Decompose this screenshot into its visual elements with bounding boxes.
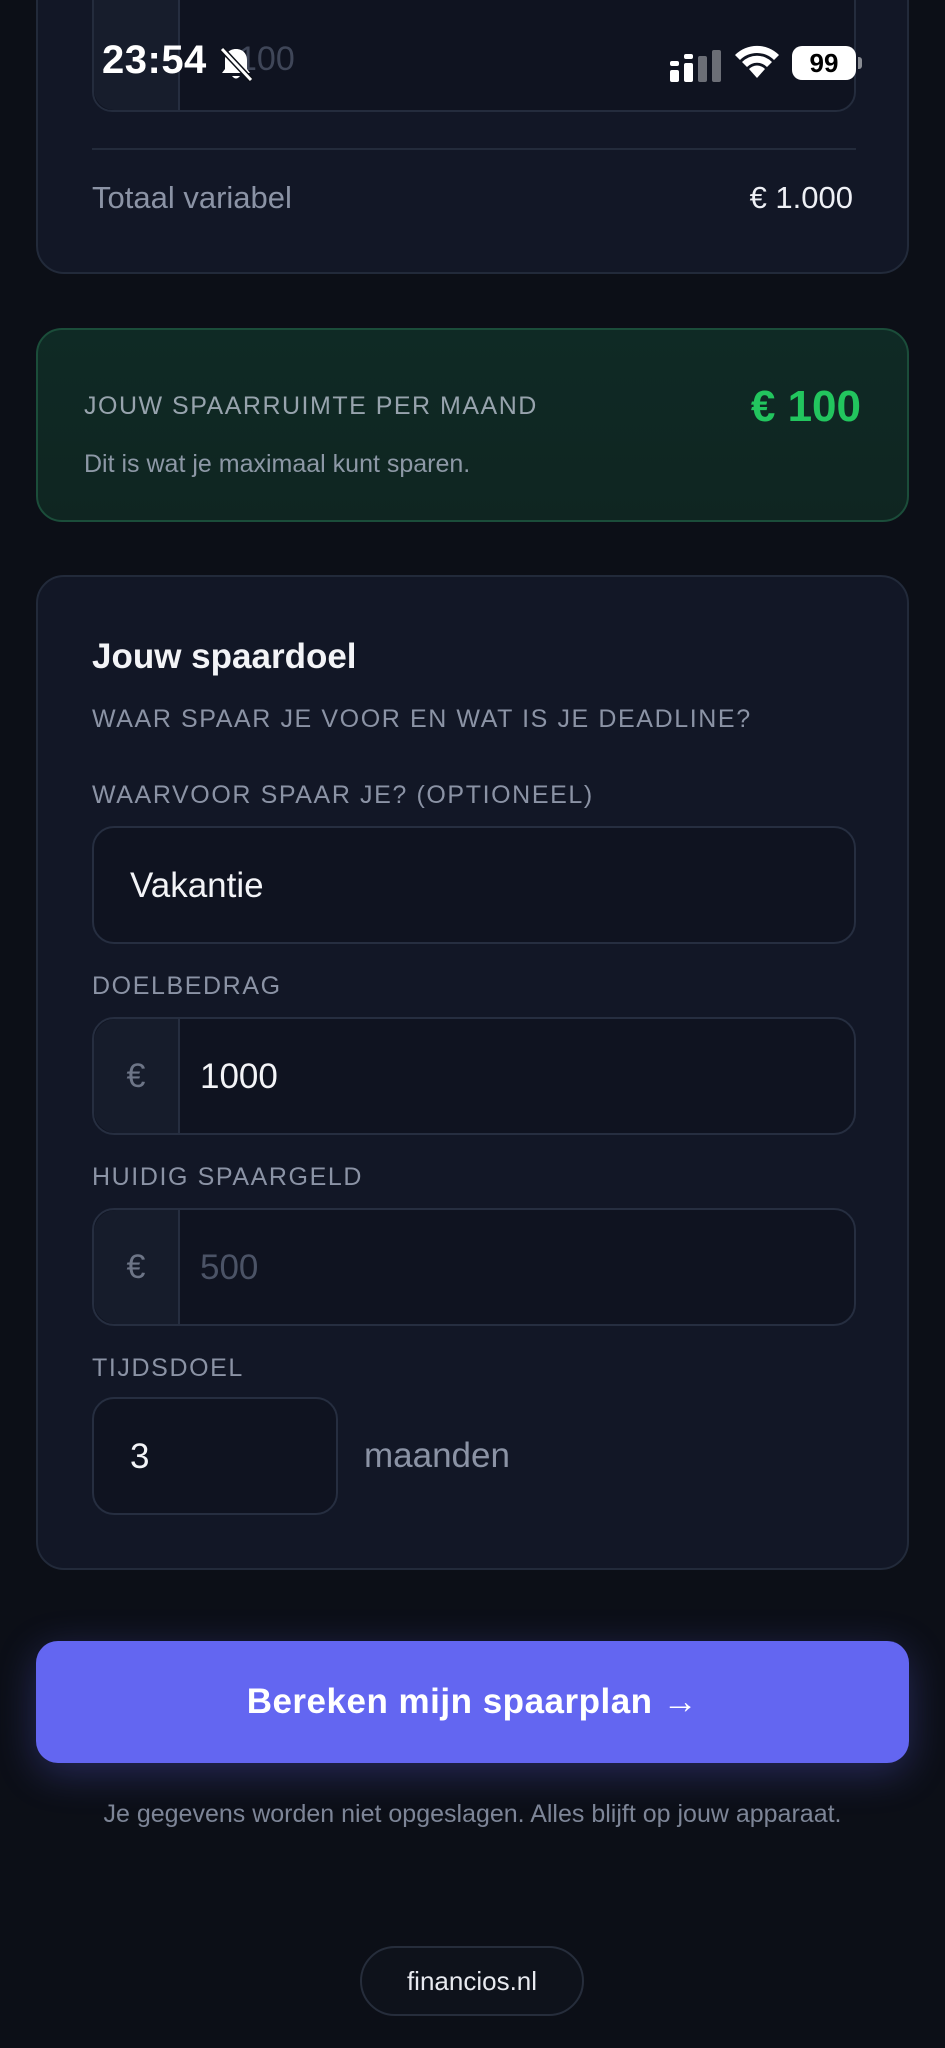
wifi-icon: [735, 45, 779, 78]
privacy-note: Je gegevens worden niet opgeslagen. Alle…: [103, 1800, 842, 1828]
divider: [92, 148, 856, 150]
current-savings-placeholder: 500: [200, 1248, 259, 1287]
target-amount-input[interactable]: € 1000: [92, 1017, 856, 1135]
time-goal-unit: maanden: [364, 1436, 510, 1475]
time-goal-input[interactable]: 3: [92, 1397, 338, 1515]
status-bar: 23:54 99: [0, 0, 945, 130]
current-savings-label: HUIDIG SPAARGELD: [92, 1163, 364, 1191]
time-goal-value: 3: [130, 1437, 150, 1476]
battery-icon: 99: [792, 46, 862, 80]
battery-nub: [858, 57, 862, 69]
status-time: 23:54: [102, 38, 207, 82]
purpose-input[interactable]: Vakantie: [92, 826, 856, 944]
purpose-label: WAARVOOR SPAAR JE? (OPTIONEEL): [92, 781, 594, 809]
battery-level: 99: [792, 46, 856, 80]
purpose-value: Vakantie: [130, 866, 264, 905]
savings-room-card: JOUW SPAARRUIMTE PER MAAND Dit is wat je…: [36, 328, 909, 522]
euro-prefix: €: [94, 1210, 180, 1324]
goal-title: Jouw spaardoel: [92, 637, 357, 676]
footer-brand-link[interactable]: financios.nl: [360, 1946, 584, 2016]
savings-room-subtitle: Dit is wat je maximaal kunt sparen.: [84, 450, 471, 478]
euro-prefix: €: [94, 1019, 180, 1133]
cellular-signal-icon: [670, 50, 721, 82]
target-amount-value: 1000: [200, 1057, 278, 1096]
savings-goal-card: Jouw spaardoel WAAR SPAAR JE VOOR EN WAT…: [36, 575, 909, 1570]
page: 23:54 99 100 Totaal variabel € 1.000 JOU…: [0, 0, 945, 2048]
target-amount-label: DOELBEDRAG: [92, 972, 282, 1000]
total-variable-label: Totaal variabel: [92, 180, 292, 215]
bell-slash-icon: [219, 46, 254, 83]
time-goal-label: TIJDSDOEL: [92, 1354, 244, 1382]
goal-subtitle: WAAR SPAAR JE VOOR EN WAT IS JE DEADLINE…: [92, 705, 752, 733]
savings-room-value: € 100: [750, 382, 861, 431]
calculate-plan-button[interactable]: Bereken mijn spaarplan →: [36, 1641, 909, 1763]
savings-room-label: JOUW SPAARRUIMTE PER MAAND: [84, 392, 538, 420]
total-variable-value: € 1.000: [749, 180, 853, 215]
current-savings-input[interactable]: € 500: [92, 1208, 856, 1326]
